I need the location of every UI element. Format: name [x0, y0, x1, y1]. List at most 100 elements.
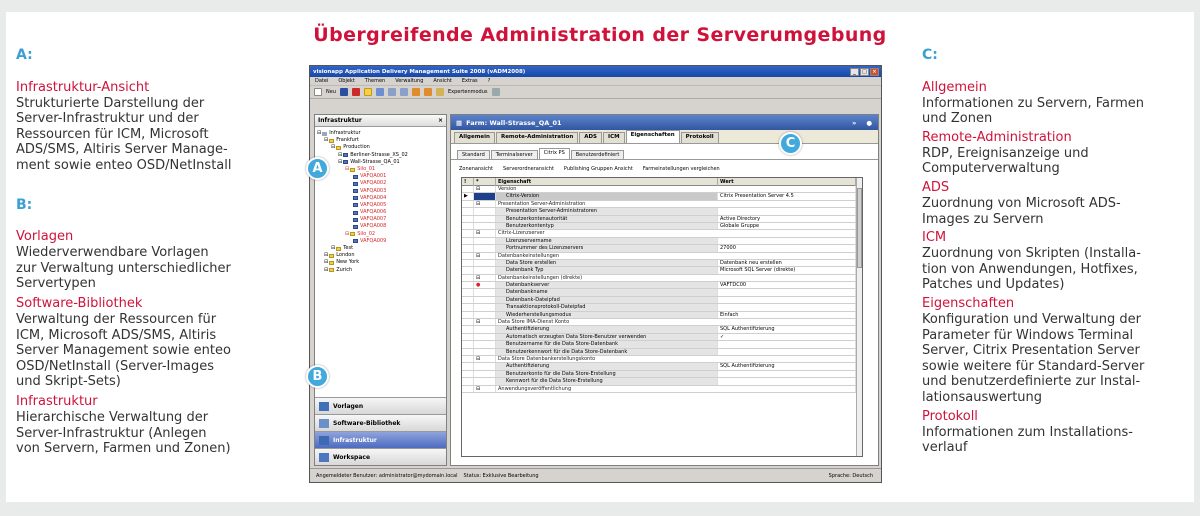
- property-value[interactable]: [718, 348, 856, 355]
- property-value[interactable]: VAFTDC00: [718, 282, 856, 289]
- expander-icon[interactable]: ⊟: [324, 137, 328, 144]
- subtab[interactable]: Terminalserver: [490, 150, 538, 159]
- grid-column-header[interactable]: !: [462, 178, 474, 186]
- grid-row[interactable]: Kennwort für die Data Store-Erstellung: [462, 378, 862, 386]
- expert-icon[interactable]: [436, 88, 444, 96]
- tree-node[interactable]: VAFQA008: [317, 223, 446, 230]
- grid-column-header[interactable]: Eigenschaft: [496, 178, 718, 186]
- nav-button[interactable]: Software-Bibliothek: [315, 414, 446, 431]
- grid-column-header[interactable]: Wert: [718, 178, 856, 186]
- property-value[interactable]: Citrix Presentation Server 4.5: [718, 193, 856, 200]
- menu-item[interactable]: Extras: [462, 78, 478, 84]
- grid-category-row[interactable]: ⊟ Data Store Datenbankerstellungskonto: [462, 355, 862, 364]
- expander-icon[interactable]: ⊟: [338, 152, 342, 159]
- grid-category-row[interactable]: ⊟ Datenbankeinstellungen (direkte): [462, 274, 862, 283]
- subtab[interactable]: Standard: [457, 150, 490, 159]
- grid-row[interactable]: Benutzername für die Data Store-Datenban…: [462, 341, 862, 349]
- delete-icon[interactable]: [352, 88, 360, 96]
- grid-toolbar-button[interactable]: Publishing Gruppen Ansicht: [564, 166, 633, 172]
- menu-item[interactable]: Verwaltung: [395, 78, 423, 84]
- menu-item[interactable]: Themen: [365, 78, 385, 84]
- tree-node[interactable]: ⊟ Silo_01: [317, 166, 446, 173]
- tab-remote-administration[interactable]: Remote-Administration: [495, 132, 579, 143]
- grid-row[interactable]: Data Store erstellen Datenbank neu erstel…: [462, 259, 862, 268]
- new-icon[interactable]: [314, 88, 322, 96]
- copy-icon[interactable]: [388, 88, 396, 96]
- grid-column-header[interactable]: *: [474, 178, 496, 186]
- grid-scrollbar[interactable]: [856, 178, 862, 456]
- window-titlebar[interactable]: visionapp Application Delivery Managemen…: [310, 66, 881, 77]
- expander-icon[interactable]: ⊟: [324, 252, 328, 259]
- grid-row[interactable]: Benutzerkontentyp Globale Gruppe: [462, 222, 862, 231]
- grid-toolbar-button[interactable]: Farmeinstellungen vergleichen: [643, 166, 720, 172]
- expander-icon[interactable]: ⊟: [345, 166, 349, 173]
- grid-row[interactable]: Portnummer des Lizenzservers 27000: [462, 245, 862, 253]
- grid-category-row[interactable]: ⊟ Datenbankeinstellungen: [462, 252, 862, 260]
- grid-toolbar-button[interactable]: Serverordneransicht: [503, 166, 554, 172]
- property-value[interactable]: [718, 304, 856, 311]
- tab-eigenschaften[interactable]: Eigenschaften: [625, 130, 680, 143]
- paste-icon[interactable]: [400, 88, 408, 96]
- maximize-icon[interactable]: □: [860, 67, 869, 76]
- info-icon[interactable]: ●: [866, 119, 872, 127]
- grid-row[interactable]: Benutzerkontenautorität Active Directory: [462, 215, 862, 223]
- refresh-icon[interactable]: [376, 88, 384, 96]
- tree-node[interactable]: ⊟ Zurich: [317, 267, 446, 274]
- tab-protokoll[interactable]: Protokoll: [680, 132, 719, 143]
- property-value[interactable]: SQL Authentifizierung: [718, 363, 856, 370]
- grid-row[interactable]: Datenbank Typ Microsoft SQL Server (direk…: [462, 267, 862, 275]
- menu-item[interactable]: Objekt: [338, 78, 354, 84]
- grid-category-row[interactable]: ⊟ Data Store IMA-Dienst Konto: [462, 319, 862, 327]
- expander-icon[interactable]: ⊟: [338, 159, 342, 166]
- property-value[interactable]: [718, 289, 856, 296]
- tree-node[interactable]: ⊟ Test: [317, 245, 446, 252]
- grid-row[interactable]: Datenbank-Dateipfad: [462, 296, 862, 305]
- grid-row[interactable]: Benutzerkennwort für die Data Store-Date…: [462, 348, 862, 356]
- property-value[interactable]: [718, 237, 856, 245]
- grid-category-row[interactable]: ⊟ Version: [462, 186, 862, 194]
- save-icon[interactable]: [340, 88, 348, 96]
- properties-icon[interactable]: [364, 88, 372, 96]
- tree-node[interactable]: ⊟ Silo_02: [317, 231, 446, 238]
- property-value[interactable]: SQL Authentifizierung: [718, 326, 856, 333]
- tree-node[interactable]: VAFQA005: [317, 202, 446, 209]
- nav-button[interactable]: Vorlagen: [315, 397, 446, 414]
- publish-icon[interactable]: [424, 88, 432, 96]
- tree-node[interactable]: ⊟ New York: [317, 259, 446, 266]
- tab-allgemein[interactable]: Allgemein: [454, 132, 495, 143]
- expander-icon[interactable]: ⊟: [331, 144, 335, 151]
- property-value[interactable]: [718, 370, 856, 378]
- help-icon[interactable]: [491, 88, 500, 96]
- expander-icon[interactable]: ⊟: [324, 259, 328, 266]
- menu-item[interactable]: Ansicht: [433, 78, 451, 84]
- new-button[interactable]: Neu: [326, 89, 336, 95]
- grid-row[interactable]: Datenbankname: [462, 289, 862, 297]
- grid-row[interactable]: Transaktionsprotokoll-Dateipfad: [462, 304, 862, 312]
- menu-item[interactable]: ?: [488, 78, 491, 84]
- grid-category-row[interactable]: ⊟ Citrix-Lizenzserver: [462, 230, 862, 238]
- deploy-icon[interactable]: [412, 88, 420, 96]
- tree-node[interactable]: VAFQA001: [317, 173, 446, 180]
- expander-icon[interactable]: ⊟: [345, 231, 349, 238]
- subtab[interactable]: Citrix PS: [538, 148, 570, 159]
- menu-item[interactable]: Datei: [315, 78, 328, 84]
- grid-row[interactable]: Wiederherstellungsmodus Einfach: [462, 311, 862, 320]
- tree-node[interactable]: VAFQA003: [317, 188, 446, 195]
- tree-node[interactable]: VAFQA006: [317, 209, 446, 216]
- minimize-icon[interactable]: _: [850, 67, 859, 76]
- tab-icm[interactable]: ICM: [603, 132, 625, 143]
- grid-toolbar-button[interactable]: Zonenansicht: [459, 166, 493, 172]
- close-icon[interactable]: ×: [870, 67, 879, 76]
- property-value[interactable]: Datenbank neu erstellen: [718, 259, 856, 267]
- grid-category-row[interactable]: ⊟ Presentation Server-Administration: [462, 200, 862, 209]
- grid-category-row[interactable]: ⊟ Anwendungsveröffentlichung: [462, 385, 862, 393]
- grid-row[interactable]: Lizenzservername: [462, 237, 862, 246]
- tree-node[interactable]: ⊟ Berliner-Strasse_XS_02: [317, 152, 446, 159]
- property-value[interactable]: Globale Gruppe: [718, 222, 856, 230]
- grid-row[interactable]: ● Datenbankserver VAFTDC00: [462, 282, 862, 290]
- collapse-icon[interactable]: »: [852, 119, 856, 127]
- property-value[interactable]: [718, 378, 856, 385]
- tree-node[interactable]: VAFQA009: [317, 238, 446, 245]
- grid-row[interactable]: Benutzerkonto für die Data Store-Erstell…: [462, 370, 862, 379]
- tree-node[interactable]: VAFQA007: [317, 216, 446, 223]
